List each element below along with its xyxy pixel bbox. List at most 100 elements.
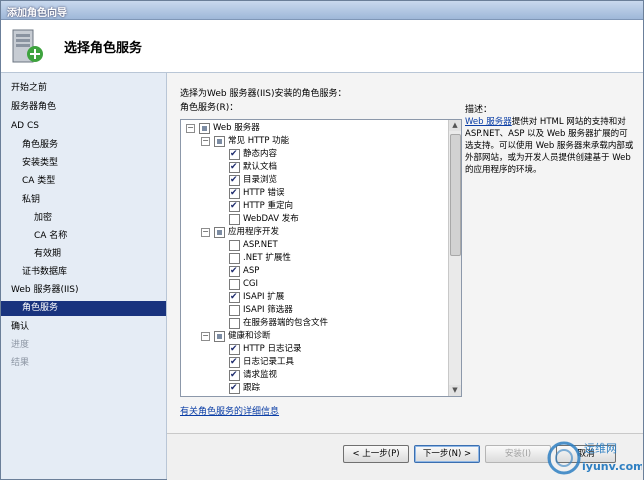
step-results: 结果 [1, 356, 166, 371]
tree-item-label: ISAPI 扩展 [243, 292, 285, 302]
step-confirmation[interactable]: 确认 [1, 320, 166, 335]
tree-item-label: Web 服务器 [213, 123, 260, 133]
collapse-icon[interactable]: − [201, 137, 210, 146]
step-iis-role-services[interactable]: 角色服务 [1, 301, 166, 316]
step-label: 私钥 [22, 195, 41, 205]
step-label: Web 服务器(IIS) [11, 285, 79, 295]
step-label: 开始之前 [11, 83, 48, 93]
tree-item-label: ISAPI 筛选器 [243, 305, 293, 315]
wizard-steps-sidebar: 开始之前 服务器角色 AD CS 角色服务 安装类型 CA 类型 私钥 加密 C… [1, 73, 167, 479]
checkbox[interactable] [229, 187, 240, 200]
collapse-icon[interactable]: − [201, 332, 210, 341]
checkbox[interactable] [229, 161, 240, 174]
step-label: 角色服务 [22, 140, 59, 150]
intro-text: 选择为Web 服务器(IIS)安装的角色服务： [180, 89, 347, 99]
tree-item-label: 目录浏览 [243, 175, 278, 185]
step-setup-type[interactable]: 安装类型 [1, 156, 166, 171]
checkbox[interactable] [229, 200, 240, 213]
step-web-server-iis[interactable]: Web 服务器(IIS) [1, 283, 166, 298]
step-label: CA 类型 [22, 176, 56, 186]
tree-item-label: WebDAV 发布 [243, 214, 299, 224]
step-adcs-role-services[interactable]: 角色服务 [1, 138, 166, 153]
server-plus-icon [12, 29, 43, 63]
step-validity-period[interactable]: 有效期 [1, 247, 166, 262]
checkbox[interactable] [214, 227, 225, 238]
checkbox[interactable] [229, 343, 240, 356]
next-button[interactable]: 下一步(N) > [414, 445, 480, 463]
step-before-you-begin[interactable]: 开始之前 [1, 81, 166, 96]
tree-item-label: 默认文档 [243, 162, 278, 172]
web-server-link[interactable]: Web 服务器 [465, 117, 512, 127]
wizard-header: 选择角色服务 [1, 20, 643, 73]
step-ad-cs[interactable]: AD CS [1, 119, 166, 134]
scroll-thumb[interactable] [450, 134, 461, 256]
more-info-link[interactable]: 有关角色服务的详细信息 [180, 404, 279, 417]
scroll-down-arrow-icon[interactable]: ▼ [449, 385, 461, 396]
step-ca-type[interactable]: CA 类型 [1, 174, 166, 189]
tree-item-label: HTTP 日志记录 [243, 344, 302, 354]
step-label: 确认 [11, 322, 30, 332]
scroll-up-arrow-icon[interactable]: ▲ [449, 120, 461, 131]
watermark-line1: 运维网 [584, 442, 617, 455]
step-label: 进度 [11, 340, 30, 350]
step-label: 证书数据库 [22, 267, 68, 277]
tree-item-label: CGI [243, 279, 259, 289]
checkbox[interactable] [229, 148, 240, 161]
tree-item-label: 健康和诊断 [228, 331, 271, 341]
description-label: 描述： [465, 105, 493, 115]
checkbox[interactable] [229, 279, 240, 290]
checkbox[interactable] [229, 265, 240, 278]
checkbox[interactable] [229, 240, 240, 251]
tree-item-label: ASP.NET [243, 240, 278, 250]
step-ca-name[interactable]: CA 名称 [1, 229, 166, 244]
step-label: 安装类型 [22, 158, 59, 168]
tree-item-label: 静态内容 [243, 149, 278, 159]
checkbox[interactable] [229, 369, 240, 382]
tree-item-label: HTTP 错误 [243, 188, 285, 198]
tree-item-label: ASP [243, 266, 260, 276]
checkbox[interactable] [229, 291, 240, 304]
step-label: 加密 [34, 213, 53, 223]
tree-item-label: 请求监视 [243, 370, 278, 380]
checkbox[interactable] [229, 174, 240, 187]
title-bar[interactable]: 添加角色向导 [1, 1, 643, 20]
collapse-icon[interactable]: − [186, 124, 195, 133]
description-text: Web 服务器提供对 HTML 网站的支持和对 ASP.NET、ASP 以及 W… [465, 116, 635, 176]
step-certificate-database[interactable]: 证书数据库 [1, 265, 166, 280]
step-cryptography[interactable]: 加密 [1, 211, 166, 226]
step-label: 角色服务 [22, 303, 59, 313]
tree-item-label: 在服务器端的包含文件 [243, 318, 329, 328]
watermark-logo: 运维网 iyunv.com [547, 441, 642, 475]
step-label: 有效期 [34, 249, 62, 259]
install-button: 安装(I) [485, 445, 551, 463]
role-services-tree[interactable]: − Web 服务器 − 常见 HTTP 功能 静态内容 默认文档 目录浏览 [180, 119, 462, 397]
tree-item-label: 应用程序开发 [228, 227, 280, 237]
step-private-key[interactable]: 私钥 [1, 193, 166, 208]
checkbox[interactable] [229, 356, 240, 369]
tree-item-label: .NET 扩展性 [243, 253, 291, 263]
main-content: 选择为Web 服务器(IIS)安装的角色服务： 角色服务(R)： − Web 服… [167, 73, 643, 433]
checkbox[interactable] [214, 331, 225, 342]
checkbox[interactable] [199, 123, 210, 134]
checkbox[interactable] [229, 382, 240, 395]
step-label: CA 名称 [34, 231, 68, 241]
checkbox[interactable] [214, 136, 225, 147]
step-label: 服务器角色 [11, 102, 57, 112]
role-services-label: 角色服务(R)： [180, 103, 239, 113]
checkbox[interactable] [229, 318, 240, 329]
step-label: 结果 [11, 358, 30, 368]
checkbox[interactable] [229, 214, 240, 225]
checkbox[interactable] [229, 305, 240, 316]
collapse-icon[interactable]: − [201, 228, 210, 237]
checkbox[interactable] [229, 253, 240, 264]
step-server-roles[interactable]: 服务器角色 [1, 100, 166, 115]
add-roles-wizard-window: 添加角色向导 选择角色服务 开始之前 服务器角色 AD CS 角色服务 安装类型… [0, 0, 644, 480]
tree-item-label: HTTP 重定向 [243, 201, 293, 211]
tree-item-label: 跟踪 [243, 383, 261, 393]
step-progress: 进度 [1, 338, 166, 353]
window-title: 添加角色向导 [7, 8, 67, 19]
watermark-line2: iyunv.com [582, 460, 642, 473]
tree-scrollbar[interactable]: ▲ ▼ [448, 120, 461, 396]
back-button[interactable]: < 上一步(P) [343, 445, 409, 463]
page-heading: 选择角色服务 [64, 41, 143, 56]
